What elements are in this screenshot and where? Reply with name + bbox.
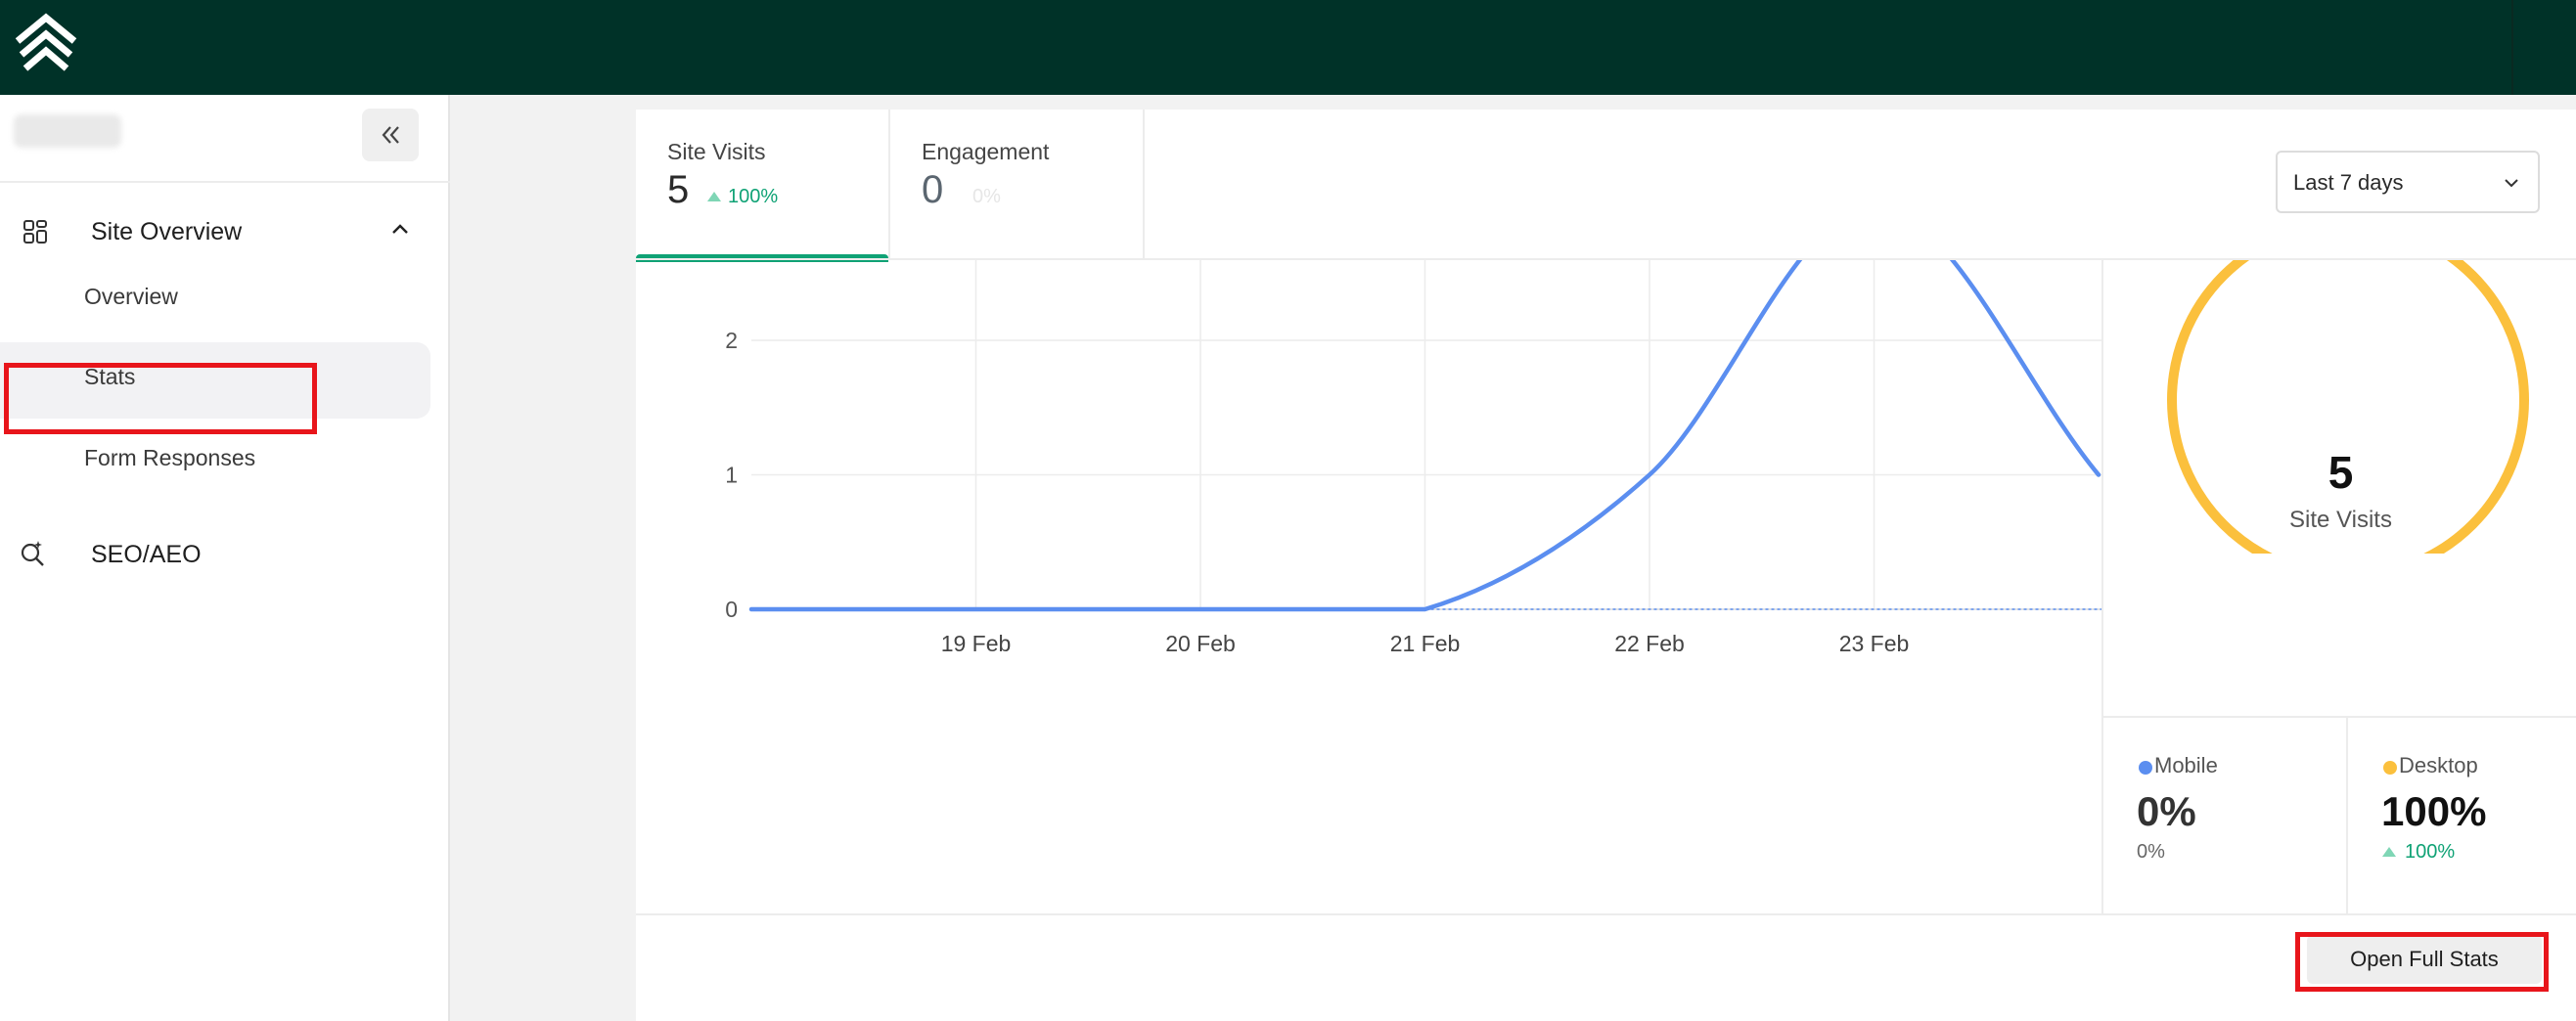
y-tick-label: 1 [725,463,738,488]
device-mobile: Mobile 0% 0% [2103,718,2334,913]
dashboard-grid-icon [23,220,47,244]
sidebar-section-label: SEO/AEO [91,541,202,568]
mobile-dot-icon [2139,761,2152,775]
sidebar-item-overview[interactable]: Overview [0,262,430,338]
device-sub-value: 100% [2405,841,2456,863]
device-value: 0% [2137,788,2196,834]
sidebar-section-site-overview[interactable]: Site Overview [0,204,450,263]
card-footer-divider [636,913,2576,915]
device-sub: 100% [2381,841,2455,864]
x-tick-label: 21 Feb [1390,631,1461,656]
top-bar [0,0,2576,95]
chevrons-up-logo-icon[interactable] [12,12,80,72]
sidebar-divider [0,181,450,183]
sidebar-item-form-responses[interactable]: Form Responses [0,423,430,500]
x-tick-label: 20 Feb [1165,631,1236,656]
tab-engagement[interactable]: Engagement 0 0% [890,110,1145,258]
chevron-up-icon[interactable] [387,216,413,242]
tab-value: 5 [667,168,690,211]
highlight-open-full-stats [2295,932,2549,992]
device-desktop: Desktop 100% 100% [2348,718,2576,913]
sidebar-item-label: Form Responses [84,445,256,470]
chevron-down-icon [2505,179,2518,188]
date-range-label: Last 7 days [2293,170,2404,195]
device-value: 100% [2381,788,2487,834]
tab-delta-value: 0% [972,186,1001,207]
highlight-stats [4,363,317,434]
collapse-sidebar-button[interactable] [362,109,419,161]
sidebar-section-seo-aeo[interactable]: SEO/AEO [0,525,450,584]
stats-card: Site Visits 5 100% Engagement 0 0% Last … [636,110,2576,1021]
double-chevron-left-icon [382,126,399,144]
site-visits-line-chart: 0123419 Feb20 Feb21 Feb22 Feb23 Feb [725,260,2101,656]
device-sub: 0% [2137,841,2165,863]
device-name: Desktop [2399,753,2478,777]
desktop-dot-icon [2383,761,2397,775]
device-summary-panel: 5 Site Visits Mobile 0% 0% Desktop 100% … [2101,260,2576,913]
top-bar-divider [2511,0,2513,95]
donut-total-value: 5 [2327,447,2354,498]
search-sparkle-icon [21,541,44,566]
sidebar-item-label: Overview [84,284,178,309]
sidebar-section-label: Site Overview [91,218,243,245]
triangle-up-icon [707,192,721,201]
date-range-select[interactable]: Last 7 days [2276,151,2540,213]
tab-delta-value: 100% [728,186,779,207]
triangle-up-icon [2382,847,2396,857]
tab-site-visits[interactable]: Site Visits 5 100% [636,110,890,262]
tab-value: 0 [922,168,944,211]
tab-delta: 100% [706,186,778,208]
device-name: Mobile [2154,753,2218,777]
tab-label: Engagement [922,139,1050,164]
tab-label: Site Visits [667,139,766,164]
x-tick-label: 19 Feb [941,631,1012,656]
x-tick-label: 22 Feb [1614,631,1685,656]
y-tick-label: 0 [725,597,738,622]
site-name-blurred [14,114,121,148]
donut-total-label: Site Visits [2289,507,2392,533]
y-tick-label: 2 [725,328,738,353]
sidebar: Site Overview Overview Stats Form Respon… [0,95,450,1021]
x-tick-label: 23 Feb [1839,631,1910,656]
